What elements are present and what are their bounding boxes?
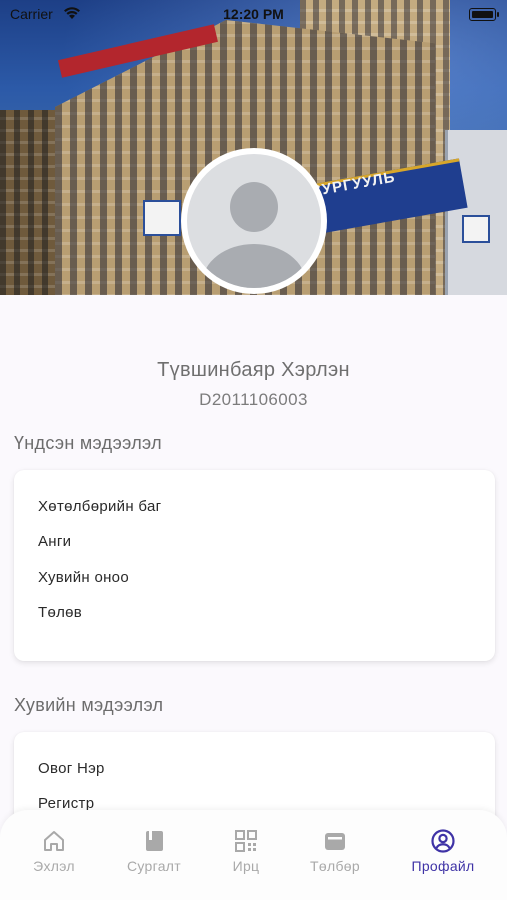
campus-logo xyxy=(143,200,181,236)
personal-info-title: Хувийн мэдээлэл xyxy=(14,695,164,715)
tab-profile[interactable]: Профайл xyxy=(398,828,488,874)
tab-attendance-label: Ирц xyxy=(232,858,260,874)
avatar-placeholder-icon xyxy=(187,154,321,288)
info-row-status[interactable]: Төлөв xyxy=(38,604,82,621)
tab-payment[interactable]: Төлбөр xyxy=(290,828,380,874)
info-row-full-name[interactable]: Овог Нэр xyxy=(38,760,105,777)
tab-home-label: Эхлэл xyxy=(33,858,75,874)
campus-logo-right xyxy=(462,215,490,243)
status-bar: Carrier 12:20 PM xyxy=(0,0,507,28)
wallet-icon xyxy=(325,833,345,850)
info-row-program-team[interactable]: Хөтөлбөрийн баг xyxy=(38,498,161,515)
clock: 12:20 PM xyxy=(223,6,284,22)
home-icon xyxy=(44,831,64,851)
tab-payment-label: Төлбөр xyxy=(310,858,360,874)
tab-attendance[interactable]: Ирц xyxy=(201,828,291,874)
tab-courses[interactable]: Сургалт xyxy=(109,828,199,874)
building-side-tower xyxy=(445,130,507,295)
basic-info-title: Үндсэн мэдээлэл xyxy=(14,433,162,453)
battery-icon xyxy=(469,8,499,21)
tab-profile-label: Профайл xyxy=(411,858,475,874)
avatar[interactable] xyxy=(181,148,327,294)
profile-name: Түвшинбаяр Хэрлэн xyxy=(157,359,350,381)
tab-bar: Эхлэл Сургалт Ирц Төлбөр Профайл xyxy=(0,810,507,900)
info-row-class[interactable]: Анги xyxy=(38,533,71,550)
info-row-personal-score[interactable]: Хувийн оноо xyxy=(38,569,129,586)
basic-info-card: Хөтөлбөрийн баг Анги Хувийн оноо Төлөв xyxy=(14,470,495,661)
tab-home[interactable]: Эхлэл xyxy=(9,828,99,874)
student-id: D2011106003 xyxy=(199,390,308,409)
qr-code-icon xyxy=(235,830,257,852)
tab-courses-label: Сургалт xyxy=(126,858,181,874)
book-icon xyxy=(146,831,163,851)
profile-icon xyxy=(431,829,455,853)
